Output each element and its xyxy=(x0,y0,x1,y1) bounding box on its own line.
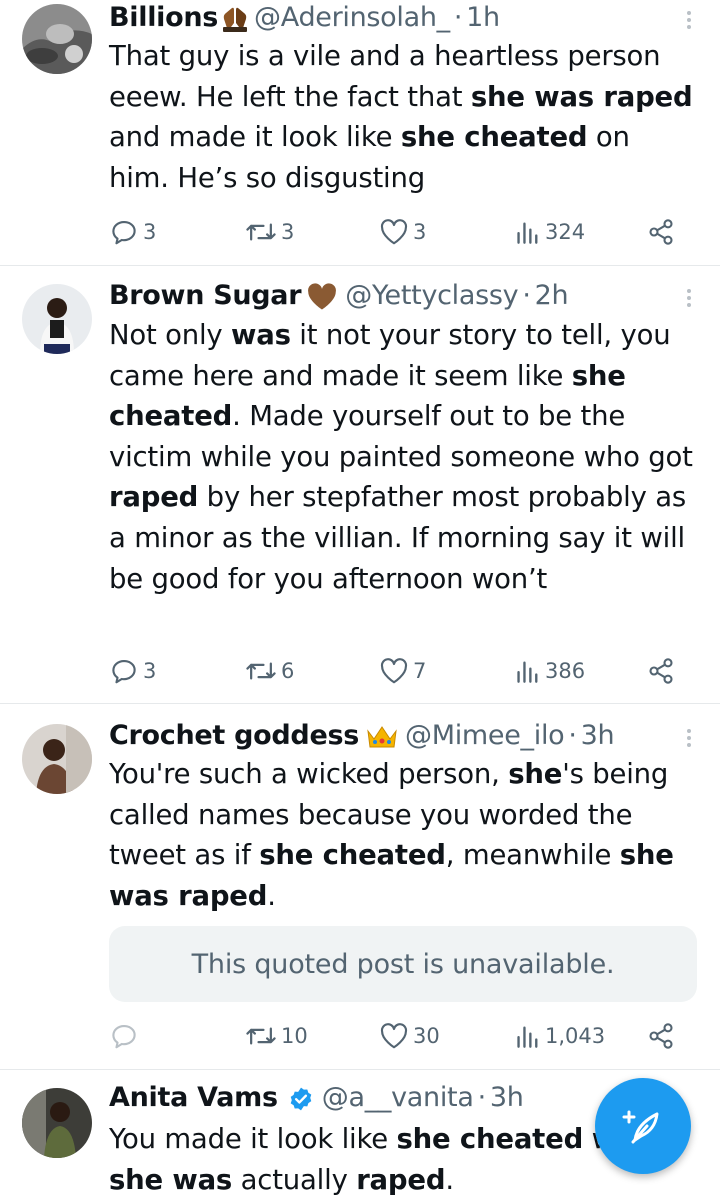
tweet-text: Not only was it not your story to tell, … xyxy=(109,319,693,595)
timestamp[interactable]: 3h xyxy=(490,1082,524,1113)
tweet-header: Brown Sugar @Yettyclassy · 2h xyxy=(109,280,680,314)
share-icon xyxy=(649,658,673,684)
like-button[interactable]: 3 xyxy=(379,218,426,246)
tweet-header: Anita Vams @a__vanita · 3h xyxy=(109,1082,680,1116)
share-button[interactable] xyxy=(647,218,675,246)
display-name[interactable]: Brown Sugar xyxy=(109,280,302,311)
repost-button[interactable]: 10 xyxy=(245,1021,308,1051)
separator-dot: · xyxy=(568,720,577,751)
brown-heart-icon xyxy=(307,283,337,311)
user-handle[interactable]: @Mimee_ilo xyxy=(405,720,565,751)
views-count: 324 xyxy=(545,220,586,244)
user-handle[interactable]: @Aderinsolah_ xyxy=(254,2,450,33)
like-button[interactable]: 30 xyxy=(379,1022,440,1050)
like-button[interactable]: 7 xyxy=(379,657,426,685)
repost-count: 6 xyxy=(281,659,295,683)
tweet-actions: 10 30 1,043 xyxy=(109,1018,680,1054)
tweet-header: Crochet goddess @Mimee_ilo · 3h xyxy=(109,720,680,754)
user-handle[interactable]: @a__vanita xyxy=(322,1082,474,1113)
timestamp[interactable]: 3h xyxy=(581,720,615,751)
share-button[interactable] xyxy=(647,657,675,685)
repost-button[interactable]: 3 xyxy=(245,217,294,247)
repost-icon xyxy=(246,223,276,241)
tweet-2[interactable]: Brown Sugar @Yettyclassy · 2h Not only w… xyxy=(0,266,720,704)
share-icon xyxy=(649,1023,673,1049)
views-icon xyxy=(517,661,538,683)
views-count: 386 xyxy=(545,659,586,683)
tweet-actions: 3 6 7 386 xyxy=(109,653,680,689)
crown-icon xyxy=(365,723,399,751)
reply-icon xyxy=(112,1024,136,1049)
heart-icon xyxy=(380,1023,408,1049)
display-name[interactable]: Crochet goddess xyxy=(109,720,359,751)
views-count: 1,043 xyxy=(545,1024,606,1048)
views-button[interactable]: 1,043 xyxy=(515,1023,605,1049)
tweet-header: Billions @Aderinsolah_ · 1h xyxy=(109,2,680,36)
reply-icon xyxy=(112,659,136,684)
tweet-3[interactable]: Crochet goddess @Mimee_ilo · 3h You're s… xyxy=(0,704,720,1070)
more-vertical-icon[interactable] xyxy=(682,8,696,36)
tweet-actions: 3 3 3 324 xyxy=(109,214,680,250)
reply-count: 3 xyxy=(143,220,157,244)
more-vertical-icon[interactable] xyxy=(682,726,696,754)
praying-hands-icon xyxy=(220,5,250,33)
views-button[interactable]: 386 xyxy=(515,658,585,684)
like-count: 30 xyxy=(413,1024,440,1048)
repost-count: 10 xyxy=(281,1024,308,1048)
reply-button[interactable] xyxy=(109,1021,143,1051)
separator-dot: · xyxy=(522,280,531,311)
more-vertical-icon[interactable] xyxy=(682,286,696,314)
avatar[interactable] xyxy=(22,1088,92,1158)
repost-count: 3 xyxy=(281,220,295,244)
views-icon xyxy=(517,1026,538,1048)
share-icon xyxy=(649,219,673,245)
share-button[interactable] xyxy=(647,1022,675,1050)
repost-icon xyxy=(246,662,276,680)
repost-button[interactable]: 6 xyxy=(245,656,294,686)
separator-dot: · xyxy=(453,2,463,33)
compose-feather-icon xyxy=(622,1110,659,1144)
separator-dot: · xyxy=(477,1082,487,1113)
views-icon xyxy=(517,222,538,244)
like-count: 7 xyxy=(413,659,427,683)
quoted-post-unavailable: This quoted post is unavailable. xyxy=(109,926,697,1002)
tweet-1[interactable]: Billions @Aderinsolah_ · 1h That guy is … xyxy=(0,0,720,266)
reply-icon xyxy=(112,220,136,245)
tweet-text: That guy is a vile and a heartless perso… xyxy=(109,40,693,194)
avatar[interactable] xyxy=(22,284,92,354)
reply-button[interactable]: 3 xyxy=(109,217,156,247)
timestamp[interactable]: 1h xyxy=(466,2,500,33)
like-count: 3 xyxy=(413,220,427,244)
views-button[interactable]: 324 xyxy=(515,219,585,245)
timestamp[interactable]: 2h xyxy=(535,280,569,311)
avatar[interactable] xyxy=(22,4,92,74)
display-name[interactable]: Billions xyxy=(109,2,218,33)
reply-button[interactable]: 3 xyxy=(109,656,156,686)
reply-count: 3 xyxy=(143,659,157,683)
verified-badge-icon xyxy=(288,1086,314,1112)
tweet-text: You're such a wicked person, she's being… xyxy=(109,758,674,912)
compose-button[interactable] xyxy=(595,1078,691,1174)
heart-icon xyxy=(380,219,408,245)
user-handle[interactable]: @Yettyclassy xyxy=(345,280,518,311)
repost-icon xyxy=(246,1027,276,1045)
avatar[interactable] xyxy=(22,724,92,794)
heart-icon xyxy=(380,658,408,684)
display-name[interactable]: Anita Vams xyxy=(109,1082,278,1113)
